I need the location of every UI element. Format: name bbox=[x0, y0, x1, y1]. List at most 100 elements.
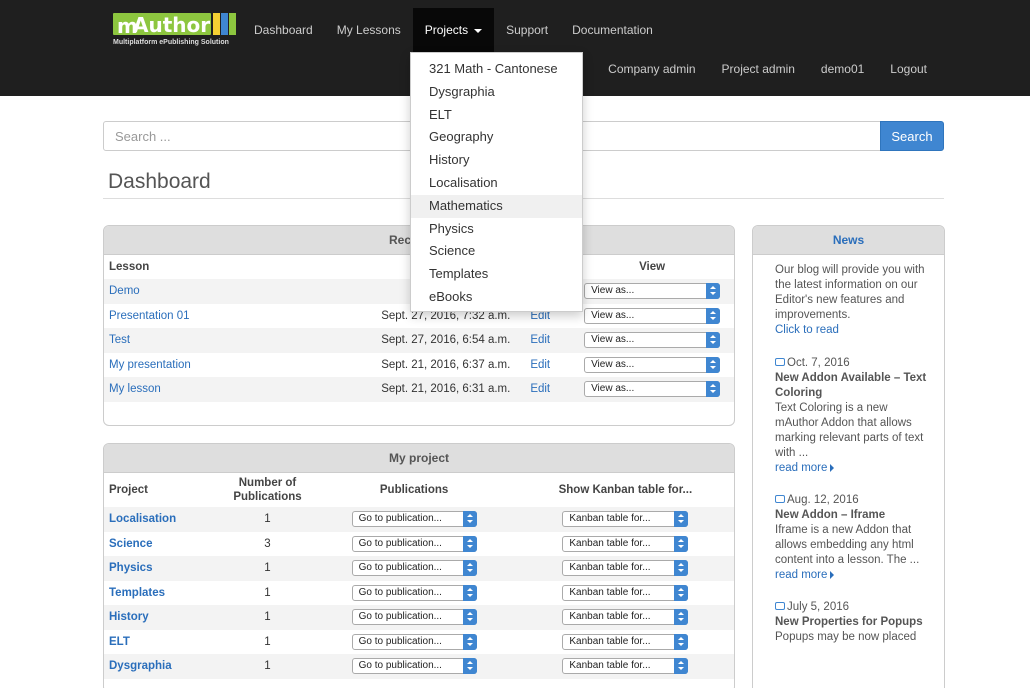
view-as-value: View as... bbox=[591, 383, 635, 395]
menu-item-321-math-cantonese[interactable]: 321 Math - Cantonese bbox=[411, 58, 582, 81]
col-lesson: Lesson bbox=[109, 261, 150, 273]
project-link[interactable]: History bbox=[109, 611, 149, 623]
select-value: Kanban table for... bbox=[569, 537, 651, 549]
project-link[interactable]: Physics bbox=[109, 562, 152, 574]
nav-username[interactable]: demo01 bbox=[808, 62, 877, 76]
select-value: Kanban table for... bbox=[569, 611, 651, 623]
nav-documentation[interactable]: Documentation bbox=[560, 8, 665, 52]
kanban-select[interactable]: Kanban table for... bbox=[562, 584, 689, 601]
go-to-publication-select[interactable]: Go to publication... bbox=[351, 609, 477, 626]
select-arrows-icon bbox=[462, 560, 477, 577]
view-as-value: View as... bbox=[591, 334, 635, 346]
edit-link[interactable]: Edit bbox=[530, 359, 550, 371]
col-kanban: Show Kanban table for... bbox=[558, 484, 693, 496]
caret-right-icon bbox=[830, 463, 835, 472]
view-as-select[interactable]: View as... bbox=[584, 307, 721, 324]
nav-projects[interactable]: Projects bbox=[412, 8, 495, 52]
page-title: Dashboard bbox=[108, 170, 211, 193]
menu-item-mathematics[interactable]: Mathematics bbox=[411, 194, 582, 218]
publication-count: 3 bbox=[264, 537, 271, 550]
select-arrows-icon bbox=[674, 658, 689, 675]
kanban-select[interactable]: Kanban table for... bbox=[562, 609, 689, 626]
table-header-row: Project Number of Publications Publicati… bbox=[104, 473, 734, 507]
go-to-publication-select[interactable]: Go to publication... bbox=[351, 560, 477, 577]
nav-my-lessons[interactable]: My Lessons bbox=[325, 8, 413, 52]
news-date: Oct. 7, 2016 bbox=[787, 357, 850, 369]
caret-right-icon bbox=[830, 570, 835, 579]
table-row: History 1 Go to publication... Kanban ta… bbox=[104, 605, 734, 630]
kanban-select[interactable]: Kanban table for... bbox=[562, 560, 689, 577]
select-arrows-icon bbox=[674, 584, 689, 601]
kanban-select[interactable]: Kanban table for... bbox=[562, 535, 689, 552]
project-link[interactable]: ELT bbox=[109, 636, 130, 648]
table-row: Test Sept. 27, 2016, 6:54 a.m. Edit View… bbox=[104, 328, 734, 353]
table-row: Physics 1 Go to publication... Kanban ta… bbox=[104, 556, 734, 581]
menu-item-elt[interactable]: ELT bbox=[411, 104, 582, 127]
select-arrows-icon bbox=[462, 511, 477, 528]
my-project-panel: My project Project Number of Publication… bbox=[103, 443, 735, 688]
project-link[interactable]: Localisation bbox=[109, 513, 176, 525]
menu-item-localisation[interactable]: Localisation bbox=[411, 172, 582, 195]
table-row: My presentation Sept. 21, 2016, 6:37 a.m… bbox=[104, 353, 734, 378]
edit-link[interactable]: Edit bbox=[530, 383, 550, 395]
read-more-link[interactable]: read more bbox=[775, 569, 835, 581]
view-as-select[interactable]: View as... bbox=[584, 356, 721, 373]
lesson-link[interactable]: Demo bbox=[109, 285, 140, 297]
go-to-publication-select[interactable]: Go to publication... bbox=[351, 584, 477, 601]
menu-item-dysgraphia[interactable]: Dysgraphia bbox=[411, 81, 582, 104]
table-row: Dysgraphia 1 Go to publication... Kanban… bbox=[104, 654, 734, 679]
project-link[interactable]: Dysgraphia bbox=[109, 660, 172, 672]
read-more-link[interactable]: read more bbox=[775, 462, 835, 474]
nav-project-admin[interactable]: Project admin bbox=[709, 62, 808, 76]
lesson-link[interactable]: Test bbox=[109, 334, 130, 346]
nav-logout[interactable]: Logout bbox=[877, 62, 940, 76]
go-to-publication-select[interactable]: Go to publication... bbox=[351, 535, 477, 552]
view-as-value: View as... bbox=[591, 285, 635, 297]
kanban-select[interactable]: Kanban table for... bbox=[562, 511, 689, 528]
menu-item-templates[interactable]: Templates bbox=[411, 263, 582, 286]
kanban-select[interactable]: Kanban table for... bbox=[562, 658, 689, 675]
project-link[interactable]: Science bbox=[109, 538, 152, 550]
select-value: Go to publication... bbox=[358, 537, 442, 549]
go-to-publication-select[interactable]: Go to publication... bbox=[351, 633, 477, 650]
kanban-select[interactable]: Kanban table for... bbox=[562, 633, 689, 650]
menu-item-physics[interactable]: Physics bbox=[411, 218, 582, 241]
read-more-label: read more bbox=[775, 462, 828, 474]
search-button[interactable]: Search bbox=[880, 121, 944, 151]
view-as-select[interactable]: View as... bbox=[584, 283, 721, 300]
lesson-link[interactable]: My lesson bbox=[109, 383, 161, 395]
select-arrows-icon bbox=[674, 511, 689, 528]
select-arrows-icon bbox=[706, 307, 721, 324]
publication-count: 1 bbox=[264, 586, 271, 599]
news-item-title[interactable]: New Addon – Iframe bbox=[775, 508, 934, 523]
edit-link[interactable]: Edit bbox=[530, 334, 550, 346]
col-view: View bbox=[639, 261, 666, 273]
select-arrows-icon bbox=[462, 609, 477, 626]
project-link[interactable]: Templates bbox=[109, 587, 165, 599]
lesson-link[interactable]: My presentation bbox=[109, 359, 191, 371]
news-item-title[interactable]: New Addon Available – Text Coloring bbox=[775, 371, 934, 401]
click-to-read-link[interactable]: Click to read bbox=[775, 324, 839, 336]
select-arrows-icon bbox=[706, 356, 721, 373]
nav-dashboard[interactable]: Dashboard bbox=[242, 8, 325, 52]
go-to-publication-select[interactable]: Go to publication... bbox=[351, 511, 477, 528]
mauthor-logo[interactable]: m Author Multiplatform ePublishing Solut… bbox=[113, 13, 239, 49]
logo-color-bars bbox=[213, 13, 237, 35]
select-value: Go to publication... bbox=[358, 660, 442, 672]
news-item-title[interactable]: New Properties for Popups bbox=[775, 615, 934, 630]
nav-support[interactable]: Support bbox=[494, 8, 560, 52]
go-to-publication-select[interactable]: Go to publication... bbox=[351, 658, 477, 675]
menu-item-geography[interactable]: Geography bbox=[411, 126, 582, 149]
select-arrows-icon bbox=[674, 633, 689, 650]
menu-item-science[interactable]: Science bbox=[411, 240, 582, 263]
lesson-link[interactable]: Presentation 01 bbox=[109, 310, 190, 322]
menu-item-history[interactable]: History bbox=[411, 149, 582, 172]
top-navigation: Dashboard My Lessons Projects Support Do… bbox=[242, 8, 665, 52]
menu-item-ebooks[interactable]: eBooks bbox=[411, 286, 582, 309]
view-as-select[interactable]: View as... bbox=[584, 381, 721, 398]
logo-author: Author bbox=[133, 13, 211, 37]
nav-company-admin[interactable]: Company admin bbox=[595, 62, 708, 76]
news-item: Aug. 12, 2016 New Addon – Iframe Iframe … bbox=[775, 493, 934, 583]
view-as-select[interactable]: View as... bbox=[584, 332, 721, 349]
table-row: My lesson Sept. 21, 2016, 6:31 a.m. Edit… bbox=[104, 377, 734, 402]
